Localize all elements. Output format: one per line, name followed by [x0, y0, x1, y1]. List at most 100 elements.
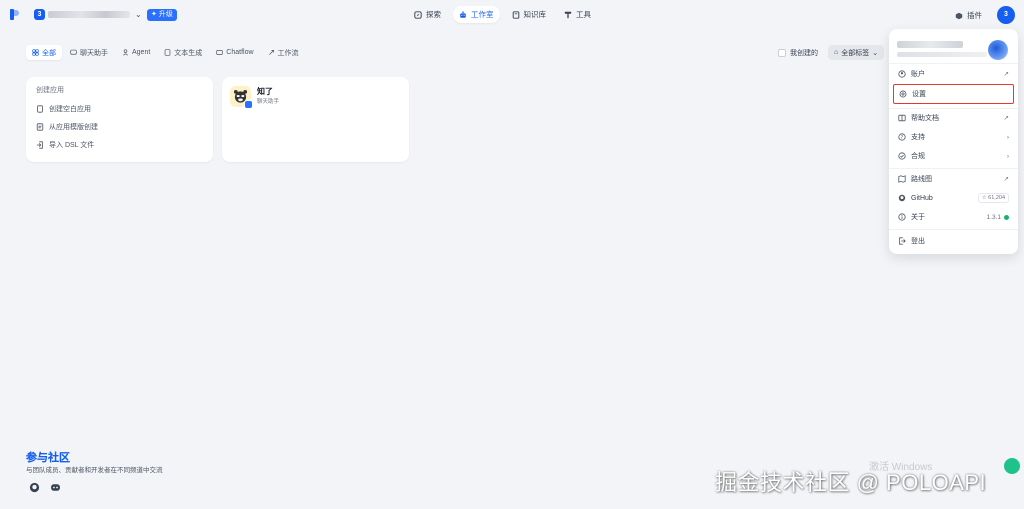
community-description: 与团队成员、贡献者和开发者在不同频道中交流	[26, 467, 163, 474]
user-circle-icon	[898, 70, 906, 78]
chat-assistant-badge-icon	[244, 100, 253, 109]
external-link-icon: ↗	[1003, 176, 1009, 183]
workspace-avatar[interactable]: 3	[34, 9, 45, 20]
external-link-icon: ↗	[1003, 115, 1009, 122]
agent-icon	[123, 49, 128, 56]
divider	[889, 63, 1018, 64]
import-dsl-button[interactable]: 导入 DSL 文件	[36, 136, 203, 154]
created-by-me-label: 我创建的	[790, 50, 818, 57]
sparkle-icon: ✦	[151, 11, 157, 18]
tag-filter-label: 全部标签	[841, 49, 870, 57]
tab-explore[interactable]: 探索	[408, 6, 447, 23]
create-app-title: 创建应用	[36, 87, 64, 94]
app-card[interactable]: 知了 聊天助手	[222, 77, 409, 162]
cube-icon	[955, 12, 963, 19]
compass-icon	[414, 10, 422, 19]
site-watermark: 掘金技术社区 @ POLOAPI	[715, 470, 987, 495]
chevron-right-icon: ›	[1006, 152, 1009, 160]
menu-item-support[interactable]: ? 支持 ›	[893, 128, 1014, 146]
menu-compliance-label: 合规	[911, 153, 925, 160]
top-navigation-bar: 3 ⌄ ✦ 升级 探索 工作室 知识库 工具 插件 3	[0, 0, 1024, 30]
menu-about-label: 关于	[911, 214, 925, 221]
tab-tools-label: 工具	[576, 10, 591, 19]
tab-tools[interactable]: 工具	[558, 6, 597, 23]
tab-studio[interactable]: 工作室	[453, 6, 500, 23]
menu-item-github[interactable]: GitHub ☆ 61,204	[893, 189, 1014, 207]
tag-filter-dropdown[interactable]: ⌂ 全部标签 ⌄	[828, 45, 885, 60]
divider	[889, 229, 1018, 230]
created-by-me-checkbox[interactable]	[778, 49, 786, 57]
divider	[889, 168, 1018, 169]
menu-support-label: 支持	[911, 134, 925, 141]
version-label: 1.3.1	[986, 213, 1001, 221]
chevron-down-icon[interactable]: ⌄	[135, 10, 142, 19]
plugins-label: 插件	[967, 11, 982, 20]
tag-icon: ⌂	[834, 49, 839, 56]
menu-item-settings[interactable]: 设置	[893, 84, 1014, 104]
menu-docs-label: 帮助文档	[911, 115, 939, 122]
account-name-redacted	[897, 41, 963, 48]
workspace-name-redacted[interactable]	[48, 11, 130, 18]
main-nav-tabs: 探索 工作室 知识库 工具	[408, 6, 597, 23]
menu-item-logout[interactable]: 登出	[893, 232, 1014, 250]
menu-item-compliance[interactable]: 合规 ›	[893, 147, 1014, 165]
menu-logout-label: 登出	[911, 238, 925, 245]
create-template-label: 从应用模版创建	[49, 124, 98, 131]
upgrade-button[interactable]: ✦ 升级	[147, 9, 177, 21]
github-icon	[898, 194, 906, 202]
filter-workflow[interactable]: 工作流	[262, 45, 305, 60]
tab-knowledge[interactable]: 知识库	[506, 6, 553, 23]
app-name: 知了	[257, 87, 273, 96]
filter-text-generation[interactable]: 文本生成	[158, 45, 208, 60]
create-from-template-button[interactable]: 从应用模版创建	[36, 118, 203, 136]
filter-all[interactable]: 全部	[26, 45, 62, 60]
menu-item-roadmap[interactable]: 路线图 ↗	[893, 170, 1014, 188]
import-dsl-label: 导入 DSL 文件	[49, 142, 95, 149]
grid-icon	[32, 49, 39, 56]
filter-chatflow[interactable]: Chatflow	[210, 45, 259, 60]
menu-account-label: 账户	[911, 71, 925, 78]
workflow-icon	[268, 50, 274, 55]
account-dropdown-menu: 账户 ↗ 设置 帮助文档 ↗ ? 支持 › 合规 › 路线图 ↗ GitHub …	[889, 29, 1018, 254]
book-icon	[512, 10, 519, 19]
robot-icon	[460, 10, 466, 18]
check-circle-icon	[898, 152, 906, 160]
dify-logo-icon[interactable]	[10, 9, 19, 20]
help-circle-icon: ?	[898, 133, 906, 141]
filter-workflow-label: 工作流	[277, 49, 299, 57]
chevron-down-icon: ⌄	[872, 49, 879, 57]
chatflow-icon	[216, 50, 223, 55]
menu-settings-label: 设置	[912, 91, 926, 98]
status-dot-icon	[1004, 214, 1009, 220]
create-blank-app-button[interactable]: 创建空白应用	[36, 100, 203, 118]
juejin-logo-icon	[1004, 458, 1020, 474]
filter-agent[interactable]: Agent	[116, 45, 156, 60]
tab-knowledge-label: 知识库	[523, 10, 547, 19]
info-icon	[898, 213, 906, 221]
created-by-me-toggle[interactable]: 我创建的	[778, 48, 818, 58]
filter-chat-assistant[interactable]: 聊天助手	[64, 45, 114, 60]
map-icon	[898, 175, 906, 183]
create-app-card: 创建应用 创建空白应用 从应用模版创建 导入 DSL 文件	[26, 77, 213, 162]
community-title: 参与社区	[26, 449, 70, 465]
account-email-redacted	[897, 52, 987, 57]
menu-roadmap-label: 路线图	[911, 176, 932, 183]
github-icon[interactable]	[29, 482, 40, 493]
filter-text-label: 文本生成	[174, 49, 203, 57]
document-edit-icon	[164, 49, 171, 56]
tab-studio-label: 工作室	[471, 10, 494, 19]
template-icon	[36, 123, 44, 131]
filter-chat-label: 聊天助手	[80, 49, 108, 57]
user-avatar-button[interactable]: 3	[997, 6, 1015, 24]
menu-item-docs[interactable]: 帮助文档 ↗	[893, 109, 1014, 127]
plugins-button[interactable]: 插件	[955, 10, 982, 21]
app-type: 聊天助手	[257, 99, 280, 105]
file-plus-icon	[37, 105, 43, 113]
app-type-filter-tabs: 全部 聊天助手 Agent 文本生成 Chatflow 工作流	[26, 45, 305, 60]
menu-item-account[interactable]: 账户 ↗	[893, 65, 1014, 83]
account-avatar	[988, 40, 1008, 60]
discord-icon[interactable]	[50, 482, 61, 493]
tab-explore-label: 探索	[426, 10, 441, 19]
menu-item-about[interactable]: 关于 1.3.1	[893, 208, 1014, 226]
chevron-right-icon: ›	[1006, 133, 1009, 141]
